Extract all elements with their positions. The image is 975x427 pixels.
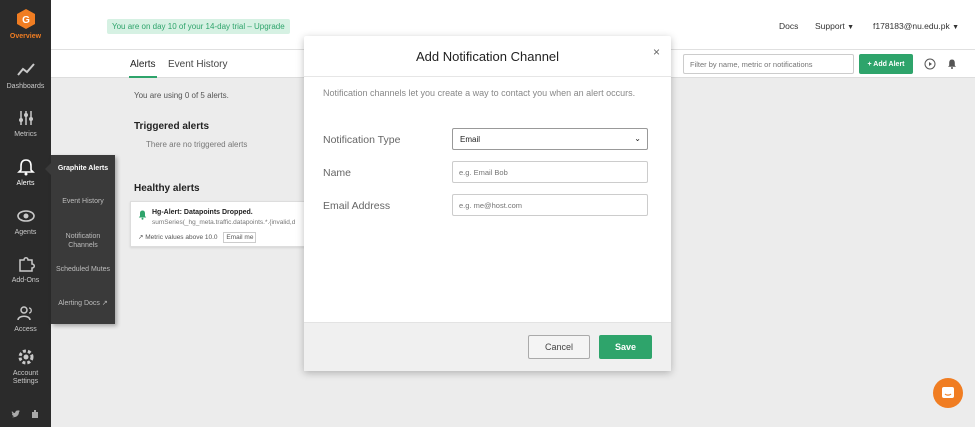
nav-agents[interactable]: Agents xyxy=(0,206,51,236)
nav-dashboards[interactable]: Dashboards xyxy=(0,60,51,90)
notification-type-label: Notification Type xyxy=(323,134,401,146)
active-tab-indicator xyxy=(129,76,157,78)
name-input[interactable] xyxy=(452,161,648,183)
chevron-down-icon: ▼ xyxy=(847,24,855,31)
notification-type-select[interactable]: Email ⌄ xyxy=(452,128,648,150)
add-alert-label: Add Alert xyxy=(873,60,905,68)
alert-condition: Metric values above 10.0 xyxy=(145,234,218,241)
alert-series: sumSeries(_hg_meta.traffic.datapoints.*.… xyxy=(152,219,296,226)
nav-account-settings[interactable]: Account Settings xyxy=(0,347,51,386)
chevron-down-icon: ▼ xyxy=(952,24,960,31)
notification-type-value: Email xyxy=(460,135,481,144)
twitter-icon[interactable] xyxy=(11,409,21,419)
email-address-label: Email Address xyxy=(323,200,391,212)
social-links xyxy=(0,409,51,419)
users-icon xyxy=(16,306,32,321)
nav-dashboards-label: Dashboards xyxy=(6,83,45,90)
tab-event-history[interactable]: Event History xyxy=(168,59,227,70)
user-menu[interactable]: f178183@nu.edu.pk ▼ xyxy=(873,21,959,31)
submenu-event-history[interactable]: Event History xyxy=(51,197,115,206)
nav-addons[interactable]: Add-Ons xyxy=(0,254,51,284)
tab-alerts[interactable]: Alerts xyxy=(130,59,156,70)
left-nav: G Overview Dashboards Metrics Alerts Age… xyxy=(0,0,51,427)
bell-icon[interactable] xyxy=(946,58,958,70)
support-menu[interactable]: Support ▼ xyxy=(815,21,854,31)
nav-access-label: Access xyxy=(14,326,37,333)
close-icon[interactable]: × xyxy=(653,45,660,59)
support-label: Support xyxy=(815,21,845,31)
threshold-icon: ↗ xyxy=(138,234,144,241)
nav-alerts[interactable]: Alerts xyxy=(0,157,51,187)
plus-icon: + xyxy=(867,60,872,68)
user-email: f178183@nu.edu.pk xyxy=(873,21,950,31)
chevron-down-icon: ⌄ xyxy=(634,134,641,143)
triggered-alerts-title: Triggered alerts xyxy=(134,121,210,132)
play-icon[interactable] xyxy=(924,58,936,70)
add-notification-channel-modal: Add Notification Channel × Notification … xyxy=(304,36,671,371)
hostedgraphite-logo-icon: G xyxy=(16,9,35,29)
nav-access[interactable]: Access xyxy=(0,303,51,333)
usage-text: You are using 0 of 5 alerts. xyxy=(134,91,229,100)
alert-card[interactable]: Hg-Alert: Datapoints Dropped. sumSeries(… xyxy=(130,201,310,247)
metrics-icon xyxy=(18,111,33,125)
modal-description: Notification channels let you create a w… xyxy=(323,88,636,98)
nav-metrics-label: Metrics xyxy=(14,131,37,138)
trial-banner[interactable]: You are on day 10 of your 14-day trial –… xyxy=(107,19,290,34)
filter-input[interactable] xyxy=(683,54,854,74)
no-triggered-text: There are no triggered alerts xyxy=(146,140,248,149)
modal-footer: Cancel Save xyxy=(304,322,671,371)
alert-title[interactable]: Hg-Alert: Datapoints Dropped. xyxy=(152,209,253,216)
svg-text:G: G xyxy=(22,15,30,26)
gear-icon xyxy=(18,349,33,365)
nav-metrics[interactable]: Metrics xyxy=(0,108,51,138)
puzzle-icon xyxy=(18,257,35,272)
chat-launcher[interactable] xyxy=(933,378,963,408)
nav-agents-label: Agents xyxy=(14,229,37,236)
bell-icon xyxy=(138,210,147,220)
submenu-notification-channels[interactable]: Notification Channels xyxy=(51,232,115,250)
cancel-button[interactable]: Cancel xyxy=(528,335,590,359)
modal-divider xyxy=(304,76,671,77)
alerts-submenu: Graphite Alerts Event History Notificati… xyxy=(45,155,115,324)
name-label: Name xyxy=(323,167,352,179)
submenu-alerting-docs-label: Alerting Docs xyxy=(58,300,100,307)
nav-alerts-label: Alerts xyxy=(16,180,35,187)
nav-addons-label: Add-Ons xyxy=(11,277,40,284)
email-field[interactable] xyxy=(452,194,648,216)
submenu-scheduled-mutes[interactable]: Scheduled Mutes xyxy=(51,265,115,274)
docs-link[interactable]: Docs xyxy=(779,21,798,31)
chat-icon xyxy=(942,387,954,398)
submenu-graphite-alerts[interactable]: Graphite Alerts xyxy=(51,164,115,173)
save-button[interactable]: Save xyxy=(599,335,652,359)
healthy-alerts-title: Healthy alerts xyxy=(134,183,200,194)
add-alert-button[interactable]: + Add Alert xyxy=(859,54,913,74)
external-link-icon: ↗ xyxy=(101,300,108,307)
alert-meta: ↗ Metric values above 10.0 Email me xyxy=(138,232,257,243)
bell-icon xyxy=(16,159,35,176)
slack-icon[interactable] xyxy=(30,409,40,419)
line-chart-icon xyxy=(16,63,35,76)
nav-overview-label: Overview xyxy=(9,33,42,40)
alert-channel-tag: Email me xyxy=(223,232,257,243)
nav-overview[interactable]: G Overview xyxy=(0,8,51,40)
submenu-alerting-docs[interactable]: Alerting Docs ↗ xyxy=(51,299,115,308)
modal-title: Add Notification Channel xyxy=(415,49,560,64)
nav-account-settings-label: Account Settings xyxy=(12,370,39,385)
eye-icon xyxy=(16,210,35,222)
